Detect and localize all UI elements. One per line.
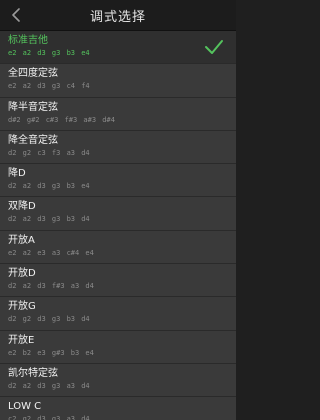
tuning-notes: d#2 g#2 c#3 f#3 a#3 d#4 (8, 115, 115, 124)
tuning-notes: d2 g2 d3 g3 b3 d4 (8, 315, 90, 324)
back-button[interactable] (6, 5, 26, 25)
tuning-item[interactable]: 降全音定弦 d2 g2 c3 f3 a3 d4 (0, 130, 236, 165)
tuning-item[interactable]: LOW C c2 g2 d3 g3 a3 d4 (0, 397, 236, 420)
tuning-item[interactable]: 降半音定弦 d#2 g#2 c#3 f#3 a#3 d#4 (0, 97, 236, 131)
tuning-name: 全四度定弦 (8, 68, 58, 80)
tuning-name: 降半音定弦 (8, 101, 58, 113)
page-title: 调式选择 (89, 9, 146, 25)
tuning-item[interactable]: 凯尔特定弦 d2 a2 d3 g3 a3 d4 (0, 363, 236, 398)
tuning-notes: d2 a2 d3 g3 b3 d4 (8, 215, 90, 224)
tuning-item[interactable]: 开放E e2 b2 e3 g#3 b3 e4 (0, 330, 236, 364)
tuning-notes: e2 a2 e3 a3 c#4 e4 (8, 248, 94, 257)
chevron-left-icon (12, 8, 20, 22)
tuning-name: 开放D (8, 268, 36, 280)
tuning-name: 双降D (8, 201, 36, 213)
tuning-item[interactable]: 标准吉他 e2 a2 d3 g3 b3 e4 (0, 31, 236, 65)
tuning-item[interactable]: 开放G d2 g2 d3 g3 b3 d4 (0, 297, 236, 331)
tuning-name: 降全音定弦 (8, 134, 58, 146)
tuning-name: 开放E (8, 334, 35, 346)
tuning-name: 开放G (8, 301, 36, 313)
tuning-name: LOW C (8, 401, 42, 413)
tuning-notes: c2 g2 d3 g3 a3 d4 (8, 415, 90, 420)
nav-bar: 调式选择 (0, 0, 236, 31)
tuning-notes: d2 a2 d3 g3 b3 e4 (8, 182, 90, 191)
tuning-notes: d2 g2 c3 f3 a3 d4 (8, 148, 90, 157)
tuning-name: 开放A (8, 234, 35, 246)
tuning-notes: d2 a2 d3 f#3 a3 d4 (8, 282, 94, 291)
tuning-name: 降D (8, 168, 26, 180)
tuning-item[interactable]: 双降D d2 a2 d3 g3 b3 d4 (0, 197, 236, 231)
tuning-item[interactable]: 降D d2 a2 d3 g3 b3 e4 (0, 164, 236, 198)
tuning-notes: e2 a2 d3 g3 c4 f4 (8, 82, 90, 91)
tuning-notes: e2 b2 e3 g#3 b3 e4 (8, 348, 94, 357)
tuning-item[interactable]: 全四度定弦 e2 a2 d3 g3 c4 f4 (0, 64, 236, 98)
checkmark-icon (205, 40, 223, 54)
tuning-item[interactable]: 开放D d2 a2 d3 f#3 a3 d4 (0, 264, 236, 298)
tuning-notes: e2 a2 d3 g3 b3 e4 (8, 49, 90, 57)
tuning-notes: d2 a2 d3 g3 a3 d4 (8, 381, 90, 390)
tuning-name: 凯尔特定弦 (8, 367, 58, 379)
tuning-name: 标准吉他 (8, 35, 48, 46)
tuning-item[interactable]: 开放A e2 a2 e3 a3 c#4 e4 (0, 230, 236, 265)
tuning-selection-screen: 调式选择 标准吉他 e2 a2 d3 g3 b3 e4 全四度定弦 e2 a2 d3 … (0, 0, 236, 420)
tuning-list[interactable]: 标准吉他 e2 a2 d3 g3 b3 e4 全四度定弦 e2 a2 d3 g3 c4… (0, 31, 236, 420)
